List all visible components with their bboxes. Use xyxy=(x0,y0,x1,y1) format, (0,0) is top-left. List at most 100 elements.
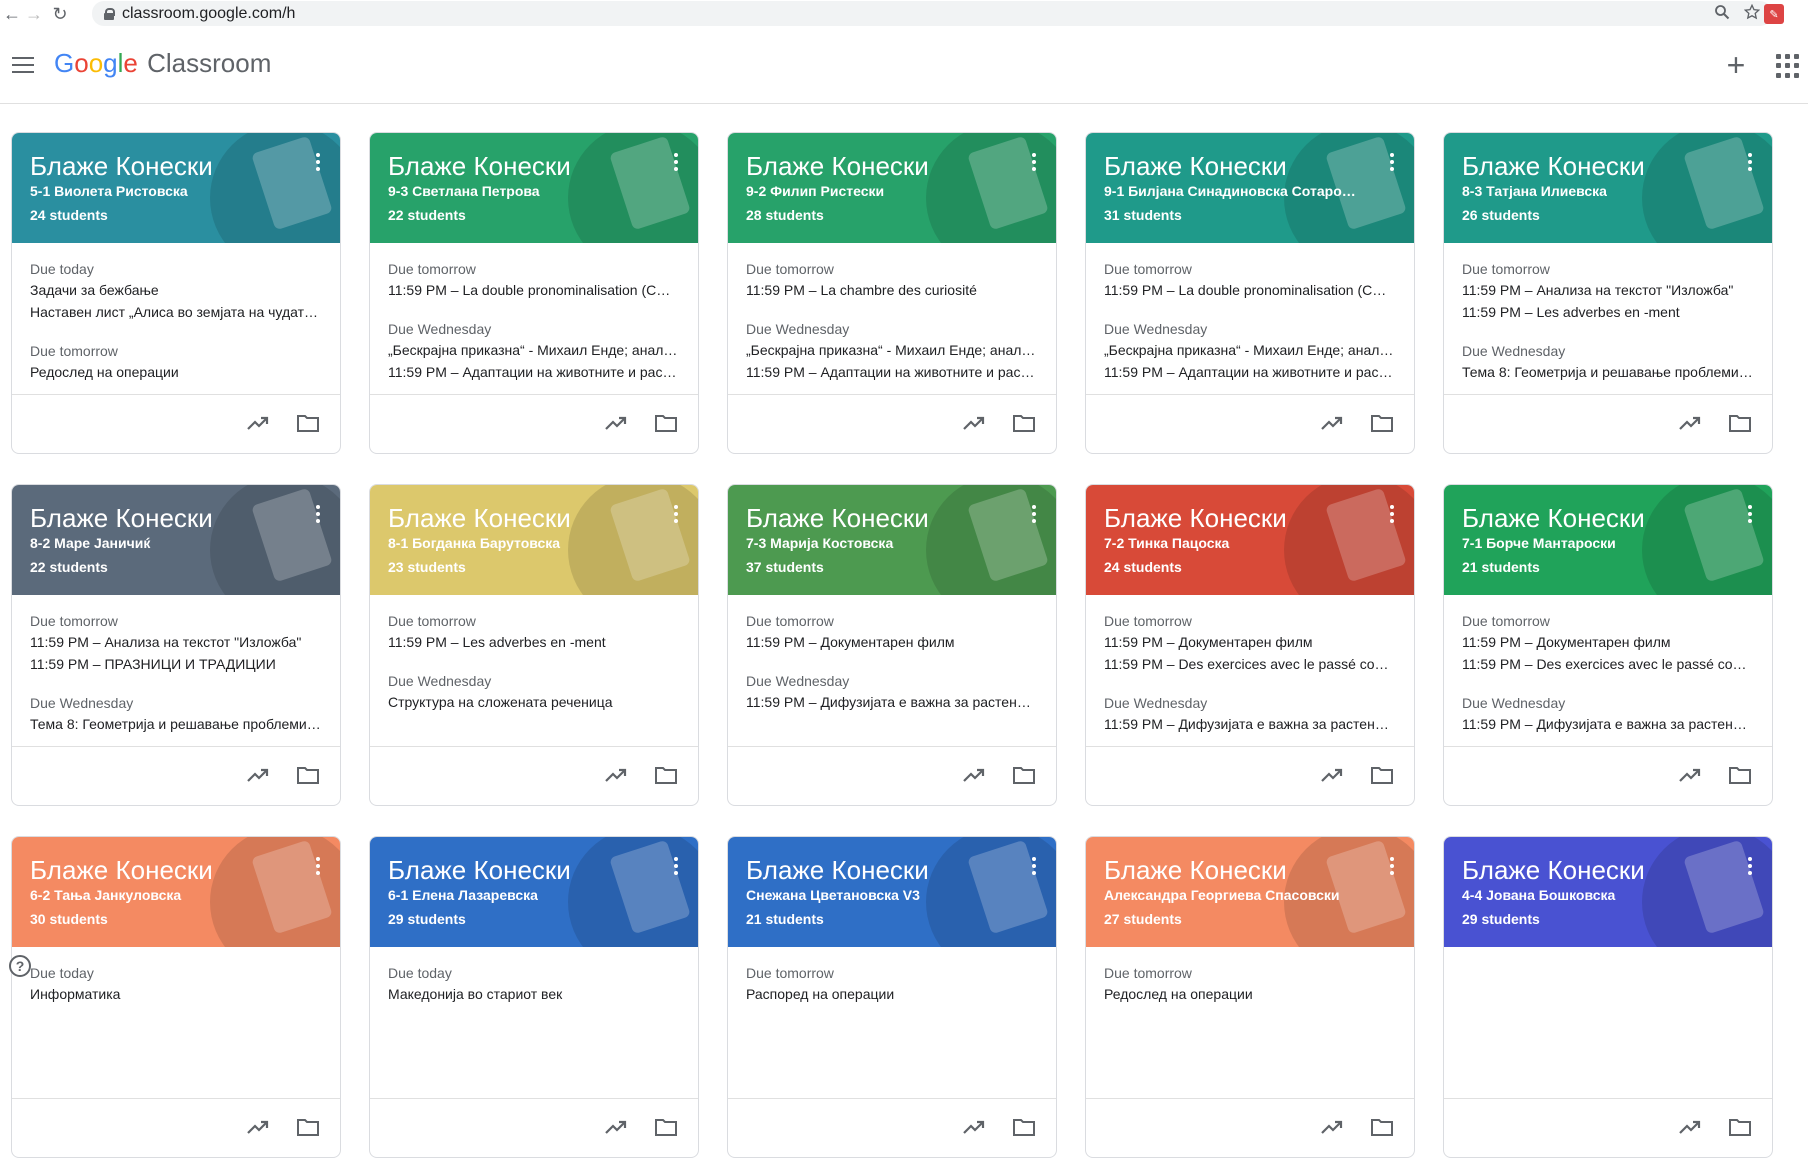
pdf-extension-icon[interactable]: ✎ xyxy=(1764,4,1784,24)
address-bar[interactable]: classroom.google.com/h xyxy=(92,1,1772,26)
assignment-link[interactable]: Македонија во стариот век xyxy=(388,983,684,1005)
class-card[interactable]: Блаже Конески 8-3 Татјана Илиевска 26 stud… xyxy=(1443,132,1773,454)
class-card[interactable]: Блаже Конески 8-2 Маре Јаничиќ 22 students… xyxy=(11,484,341,806)
class-card[interactable]: Блаже Конески 9-1 Билјана Синадиновска Со… xyxy=(1085,132,1415,454)
class-section[interactable]: 9-3 Светлана Петрова xyxy=(388,183,648,199)
card-header[interactable]: Блаже Конески Александра Георгиева Спасов… xyxy=(1086,837,1414,947)
assignment-link[interactable]: 11:59 PM – Анализа на текстот "Изложба" xyxy=(1462,279,1758,301)
drive-folder-icon[interactable] xyxy=(296,1117,320,1137)
forward-icon[interactable]: → xyxy=(22,2,46,26)
card-header[interactable]: Блаже Конески 7-3 Марија Костовска 37 stud… xyxy=(728,485,1056,595)
class-title[interactable]: Блаже Конески xyxy=(1104,855,1396,885)
gradebook-trend-icon[interactable] xyxy=(1320,765,1344,785)
back-icon[interactable]: ← xyxy=(0,2,24,26)
assignment-link[interactable]: 11:59 PM – Дифузијата е важна за растен… xyxy=(1462,713,1758,735)
gradebook-trend-icon[interactable] xyxy=(246,765,270,785)
assignment-link[interactable]: 11:59 PM – Дифузијата е важна за растен… xyxy=(746,691,1042,713)
class-section[interactable]: 4-4 Јована Бошковска xyxy=(1462,887,1722,903)
assignment-link[interactable]: 11:59 PM – Адаптации на животните и рас… xyxy=(746,361,1042,383)
class-section[interactable]: Александра Георгиева Спасовски xyxy=(1104,887,1364,903)
class-title[interactable]: Блаже Конески xyxy=(388,855,680,885)
class-title[interactable]: Блаже Конески xyxy=(746,151,1038,181)
class-title[interactable]: Блаже Конески xyxy=(1462,151,1754,181)
card-header[interactable]: Блаже Конески 9-3 Светлана Петрова 22 stud… xyxy=(370,133,698,243)
drive-folder-icon[interactable] xyxy=(1012,765,1036,785)
class-card[interactable]: Блаже Конески 9-2 Филип Ристески 28 studen… xyxy=(727,132,1057,454)
more-options-icon[interactable] xyxy=(316,505,320,523)
card-header[interactable]: Блаже Конески 6-1 Елена Лазаревска 29 stud… xyxy=(370,837,698,947)
class-title[interactable]: Блаже Конески xyxy=(1104,503,1396,533)
class-card[interactable]: Блаже Конески 9-3 Светлана Петрова 22 stud… xyxy=(369,132,699,454)
add-class-icon[interactable]: + xyxy=(1720,49,1752,82)
class-title[interactable]: Блаже Конески xyxy=(746,855,1038,885)
assignment-link[interactable]: 11:59 PM – Des exercices avec le passé c… xyxy=(1104,653,1400,675)
assignment-link[interactable]: 11:59 PM – Des exercices avec le passé c… xyxy=(1462,653,1758,675)
assignment-link[interactable]: 11:59 PM – Адаптации на животните и рас… xyxy=(388,361,684,383)
class-title[interactable]: Блаже Конески xyxy=(30,151,322,181)
assignment-link[interactable]: „Бескрајна приказна“ - Михаил Енде; анал… xyxy=(388,339,684,361)
main-menu-icon[interactable] xyxy=(12,57,36,77)
class-card[interactable]: Блаже Конески 5-1 Виолета Ристовска 24 stu… xyxy=(11,132,341,454)
card-header[interactable]: Блаже Конески 8-2 Маре Јаничиќ 22 students xyxy=(12,485,340,595)
class-section[interactable]: 8-3 Татјана Илиевска xyxy=(1462,183,1722,199)
assignment-link[interactable]: 11:59 PM – Документарен филм xyxy=(1462,631,1758,653)
drive-folder-icon[interactable] xyxy=(1012,413,1036,433)
card-header[interactable]: Блаже Конески 7-1 Борче Мантароски 21 stud… xyxy=(1444,485,1772,595)
gradebook-trend-icon[interactable] xyxy=(604,413,628,433)
drive-folder-icon[interactable] xyxy=(1370,413,1394,433)
more-options-icon[interactable] xyxy=(1390,857,1394,875)
gradebook-trend-icon[interactable] xyxy=(1320,413,1344,433)
card-header[interactable]: Блаже Конески 4-4 Јована Бошковска 29 stud… xyxy=(1444,837,1772,947)
more-options-icon[interactable] xyxy=(1748,857,1752,875)
class-card[interactable]: Блаже Конески 8-1 Богданка Барутовска 23 s… xyxy=(369,484,699,806)
card-header[interactable]: Блаже Конески 7-2 Тинка Пацоска 24 student… xyxy=(1086,485,1414,595)
class-title[interactable]: Блаже Конески xyxy=(1462,855,1754,885)
more-options-icon[interactable] xyxy=(1032,857,1036,875)
gradebook-trend-icon[interactable] xyxy=(962,1117,986,1137)
zoom-icon[interactable] xyxy=(1714,4,1730,20)
more-options-icon[interactable] xyxy=(1390,153,1394,171)
gradebook-trend-icon[interactable] xyxy=(962,765,986,785)
card-header[interactable]: Блаже Конески 8-3 Татјана Илиевска 26 stud… xyxy=(1444,133,1772,243)
drive-folder-icon[interactable] xyxy=(654,1117,678,1137)
class-section[interactable]: Снежана Цветановска V3 xyxy=(746,887,1006,903)
assignment-link[interactable]: Наставен лист „Алиса во земјата на чудат… xyxy=(30,301,326,323)
card-header[interactable]: Блаже Конески 9-2 Филип Ристески 28 studen… xyxy=(728,133,1056,243)
gradebook-trend-icon[interactable] xyxy=(604,765,628,785)
drive-folder-icon[interactable] xyxy=(654,413,678,433)
class-title[interactable]: Блаже Конески xyxy=(746,503,1038,533)
more-options-icon[interactable] xyxy=(674,857,678,875)
gradebook-trend-icon[interactable] xyxy=(1678,1117,1702,1137)
gradebook-trend-icon[interactable] xyxy=(962,413,986,433)
assignment-link[interactable]: 11:59 PM – Les adverbes en -ment xyxy=(1462,301,1758,323)
class-card[interactable]: Блаже Конески 6-1 Елена Лазаревска 29 stud… xyxy=(369,836,699,1158)
more-options-icon[interactable] xyxy=(1748,505,1752,523)
more-options-icon[interactable] xyxy=(674,153,678,171)
google-classroom-logo[interactable]: Google Classroom xyxy=(54,48,271,79)
class-card[interactable]: Блаже Конески Александра Георгиева Спасов… xyxy=(1085,836,1415,1158)
class-card[interactable]: Блаже Конески 4-4 Јована Бошковска 29 stud… xyxy=(1443,836,1773,1158)
class-card[interactable]: Блаже Конески 7-3 Марија Костовска 37 stud… xyxy=(727,484,1057,806)
class-card[interactable]: Блаже Конески 6-2 Тања Јанкуловска 30 stud… xyxy=(11,836,341,1158)
card-header[interactable]: Блаже Конески 6-2 Тања Јанкуловска 30 stud… xyxy=(12,837,340,947)
gradebook-trend-icon[interactable] xyxy=(1678,765,1702,785)
class-card[interactable]: Блаже Конески 7-1 Борче Мантароски 21 stud… xyxy=(1443,484,1773,806)
class-section[interactable]: 5-1 Виолета Ристовска xyxy=(30,183,290,199)
assignment-link[interactable]: 11:59 PM – Адаптации на животните и рас… xyxy=(1104,361,1400,383)
class-section[interactable]: 6-1 Елена Лазаревска xyxy=(388,887,648,903)
gradebook-trend-icon[interactable] xyxy=(1678,413,1702,433)
assignment-link[interactable]: 11:59 PM – La double pronominalisation (… xyxy=(1104,279,1400,301)
assignment-link[interactable]: Структура на сложената реченица xyxy=(388,691,684,713)
class-card[interactable]: Блаже Конески 7-2 Тинка Пацоска 24 student… xyxy=(1085,484,1415,806)
assignment-link[interactable]: Редослед на операции xyxy=(30,361,326,383)
more-options-icon[interactable] xyxy=(1032,153,1036,171)
class-title[interactable]: Блаже Конески xyxy=(1462,503,1754,533)
card-header[interactable]: Блаже Конески 5-1 Виолета Ристовска 24 stu… xyxy=(12,133,340,243)
assignment-link[interactable]: Тема 8: Геометрија и решавање проблеми… xyxy=(30,713,326,735)
class-card[interactable]: Блаже Конески Снежана Цветановска V3 21 st… xyxy=(727,836,1057,1158)
class-section[interactable]: 8-2 Маре Јаничиќ xyxy=(30,535,290,551)
gradebook-trend-icon[interactable] xyxy=(1320,1117,1344,1137)
card-header[interactable]: Блаже Конески 8-1 Богданка Барутовска 23 s… xyxy=(370,485,698,595)
more-options-icon[interactable] xyxy=(316,857,320,875)
gradebook-trend-icon[interactable] xyxy=(246,413,270,433)
